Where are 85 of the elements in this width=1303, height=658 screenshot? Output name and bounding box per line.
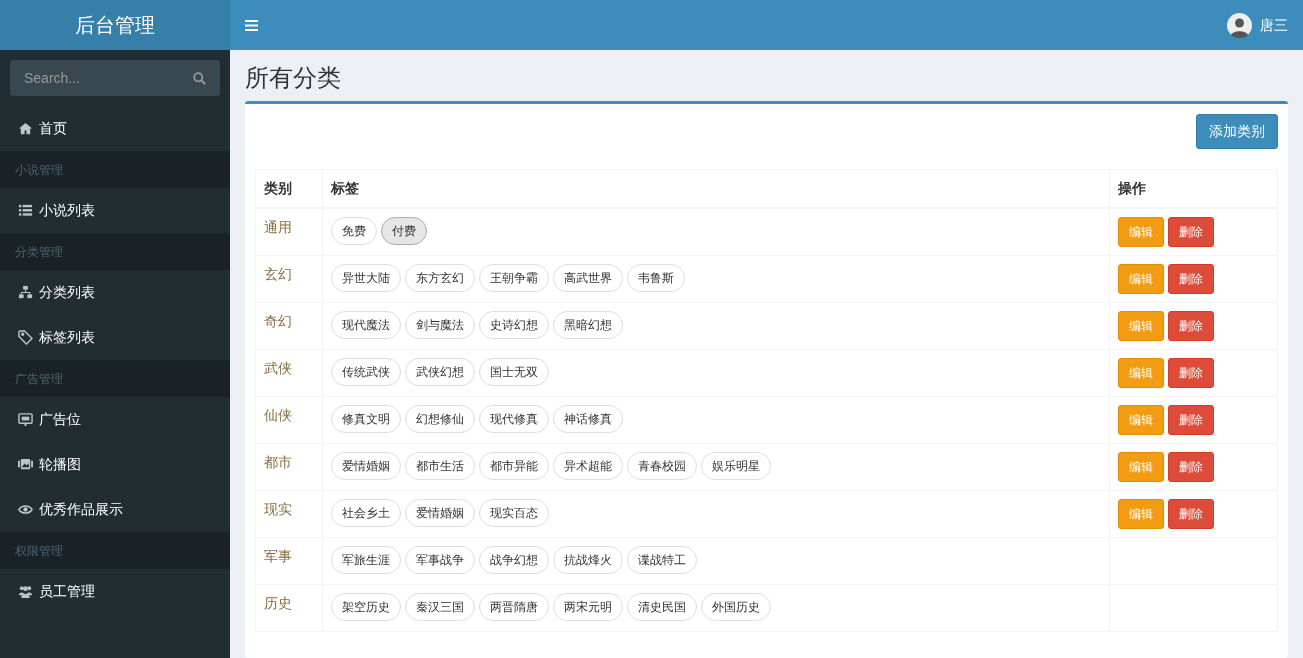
- sidebar-item[interactable]: 轮播图: [0, 442, 230, 487]
- tag-chip[interactable]: 抗战烽火: [553, 545, 623, 574]
- tag-chip[interactable]: 神话修真: [553, 404, 623, 433]
- tag-chip[interactable]: 韦鲁斯: [627, 263, 685, 292]
- tag-chip[interactable]: 战争幻想: [479, 545, 549, 574]
- tag-chip[interactable]: 两宋元明: [553, 592, 623, 621]
- column-header: 操作: [1109, 169, 1278, 208]
- page-title: 所有分类: [245, 64, 342, 93]
- tag-chip[interactable]: 秦汉三国: [405, 592, 475, 621]
- search-icon[interactable]: [193, 72, 206, 85]
- delete-button[interactable]: 删除: [1168, 451, 1214, 482]
- tag-chip[interactable]: 国士无双: [479, 357, 549, 386]
- search-field[interactable]: Search...: [10, 60, 220, 96]
- users-icon: [18, 584, 33, 599]
- tag-chip[interactable]: 爱情婚姻: [331, 451, 401, 480]
- tag-chip[interactable]: 社会乡土: [331, 498, 401, 527]
- category-cell: 奇幻: [255, 302, 323, 350]
- tag-chip[interactable]: 现代魔法: [331, 310, 401, 339]
- tag-chip[interactable]: 付费: [381, 216, 427, 245]
- tag-chip[interactable]: 架空历史: [331, 592, 401, 621]
- sidebar-section-header: 权限管理: [0, 532, 230, 569]
- sidebar-section-header: 分类管理: [0, 233, 230, 270]
- tag-chip[interactable]: 军事战争: [405, 545, 475, 574]
- tag-chip[interactable]: 黑暗幻想: [553, 310, 623, 339]
- hierarchy-icon: [18, 285, 33, 300]
- tag-chip[interactable]: 异世大陆: [331, 263, 401, 292]
- category-cell: 军事: [255, 537, 323, 585]
- category-cell: 仙侠: [255, 396, 323, 444]
- tag-chip[interactable]: 现实百态: [479, 498, 549, 527]
- image-icon: [18, 457, 33, 472]
- delete-button[interactable]: 删除: [1168, 263, 1214, 294]
- tag-chip[interactable]: 娱乐明星: [701, 451, 771, 480]
- tag-chip[interactable]: 都市异能: [479, 451, 549, 480]
- tag-chip[interactable]: 剑与魔法: [405, 310, 475, 339]
- category-cell: 通用: [255, 207, 323, 256]
- delete-button[interactable]: 删除: [1168, 357, 1214, 388]
- home-icon: [18, 121, 33, 136]
- tag-chip[interactable]: 王朝争霸: [479, 263, 549, 292]
- category-cell: 玄幻: [255, 255, 323, 303]
- tag-chip[interactable]: 高武世界: [553, 263, 623, 292]
- tag-chip[interactable]: 清史民国: [627, 592, 697, 621]
- delete-button[interactable]: 删除: [1168, 310, 1214, 341]
- tag-chip[interactable]: 异术超能: [553, 451, 623, 480]
- category-cell: 都市: [255, 443, 323, 491]
- category-cell: 现实: [255, 490, 323, 538]
- delete-button[interactable]: 删除: [1168, 498, 1214, 529]
- delete-button[interactable]: 删除: [1168, 216, 1214, 247]
- sidebar-section-header: 广告管理: [0, 360, 230, 397]
- sidebar-item[interactable]: 首页: [0, 106, 230, 151]
- add-category-button[interactable]: 添加类别: [1196, 113, 1278, 149]
- sidebar-item[interactable]: 标签列表: [0, 315, 230, 360]
- sidebar-item[interactable]: 小说列表: [0, 188, 230, 233]
- tag-chip[interactable]: 两晋隋唐: [479, 592, 549, 621]
- list-icon: [18, 203, 33, 218]
- tag-chip[interactable]: 现代修真: [479, 404, 549, 433]
- sidebar-item[interactable]: 员工管理: [0, 569, 230, 614]
- tag-chip[interactable]: 免费: [331, 216, 377, 245]
- tag-chip[interactable]: 传统武侠: [331, 357, 401, 386]
- sidebar-item[interactable]: 优秀作品展示: [0, 487, 230, 532]
- brand-title: 后台管理: [0, 0, 230, 50]
- sidebar-item[interactable]: 广告位: [0, 397, 230, 442]
- tag-chip[interactable]: 青春校园: [627, 451, 697, 480]
- tag-chip[interactable]: 军旅生涯: [331, 545, 401, 574]
- sidebar-item[interactable]: 分类列表: [0, 270, 230, 315]
- column-header: 标签: [322, 169, 1110, 208]
- tag-chip[interactable]: 都市生活: [405, 451, 475, 480]
- tag-chip[interactable]: 东方玄幻: [405, 263, 475, 292]
- column-header: 类别: [255, 169, 323, 208]
- tag-chip[interactable]: 外国历史: [701, 592, 771, 621]
- tag-icon: [18, 330, 33, 345]
- tag-chip[interactable]: 史诗幻想: [479, 310, 549, 339]
- tag-chip[interactable]: 幻想修仙: [405, 404, 475, 433]
- tag-chip[interactable]: 武侠幻想: [405, 357, 475, 386]
- avatar-icon[interactable]: [1227, 12, 1252, 38]
- sidebar-section-header: 小说管理: [0, 151, 230, 188]
- tag-chip[interactable]: 爱情婚姻: [405, 498, 475, 527]
- ad-board-icon: [18, 412, 33, 427]
- category-cell: 武侠: [255, 349, 323, 397]
- delete-button[interactable]: 删除: [1168, 404, 1214, 435]
- category-cell: 历史: [255, 584, 323, 632]
- tag-chip[interactable]: 修真文明: [331, 404, 401, 433]
- user-name[interactable]: 唐三: [1260, 14, 1288, 36]
- eye-icon: [18, 502, 33, 517]
- tag-chip[interactable]: 谍战特工: [627, 545, 697, 574]
- menu-icon[interactable]: [245, 19, 258, 31]
